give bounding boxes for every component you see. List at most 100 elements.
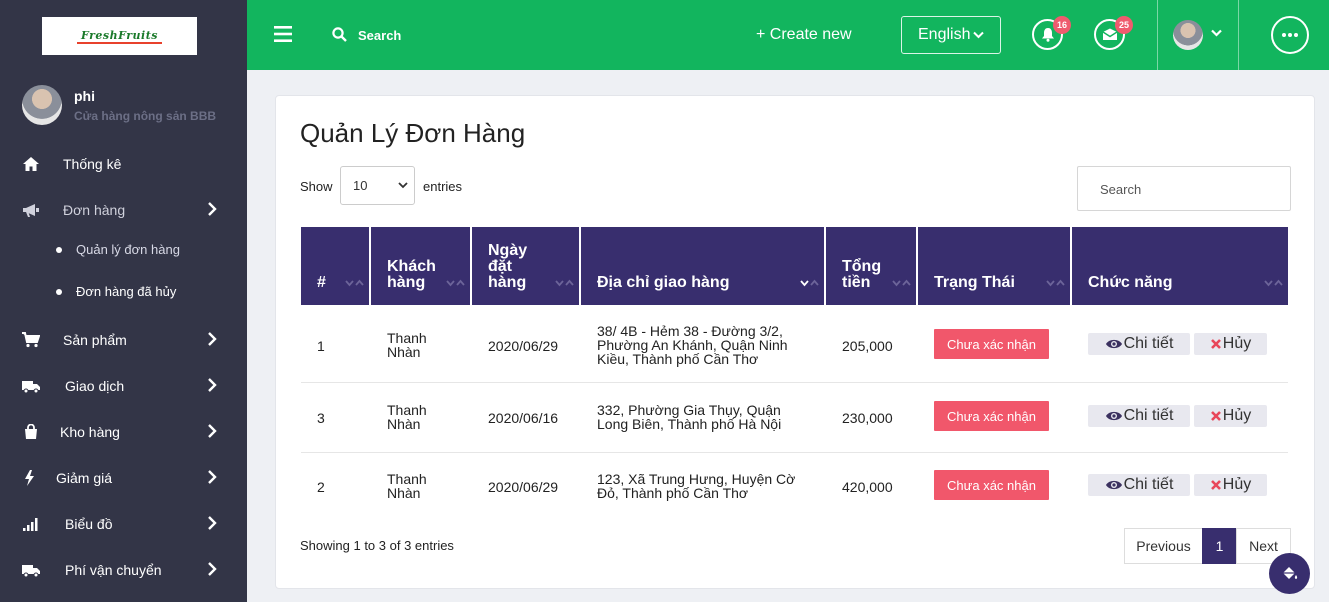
bolt-icon bbox=[25, 470, 34, 486]
sort-icon bbox=[345, 279, 364, 287]
cancel-label: Hủy bbox=[1222, 476, 1252, 493]
cell-id: 2 bbox=[317, 479, 325, 495]
detail-button[interactable]: Chi tiết bbox=[1088, 474, 1190, 496]
user-profile[interactable]: phi Cửa hàng nông sản BBB bbox=[22, 85, 216, 125]
cell-date: 2020/06/16 bbox=[488, 410, 559, 426]
cancel-button[interactable]: Hủy bbox=[1194, 405, 1267, 427]
sidebar-item-san-pham[interactable]: Sản phẩm bbox=[0, 325, 247, 355]
sidebar-item-thong-ke[interactable]: Thống kê bbox=[0, 149, 247, 179]
language-select[interactable]: English bbox=[901, 16, 1001, 54]
menu-icon[interactable] bbox=[274, 26, 292, 42]
cell-id: 3 bbox=[317, 410, 325, 426]
sidebar-item-giao-dich[interactable]: Giao dịch bbox=[0, 371, 247, 401]
cell-customer: Thanh Nhàn bbox=[387, 330, 427, 360]
signal-icon bbox=[23, 518, 38, 531]
bell-icon bbox=[1041, 28, 1054, 42]
logo-text: FreshFruits bbox=[77, 29, 162, 44]
chevron-right-icon bbox=[208, 378, 217, 392]
search-icon[interactable] bbox=[332, 27, 347, 42]
column-header-total[interactable]: Tổng tiền bbox=[826, 227, 916, 305]
close-icon bbox=[1210, 339, 1221, 349]
column-header-status[interactable]: Trạng Thái bbox=[918, 227, 1070, 305]
sidebar-item-don-hang[interactable]: Đơn hàng bbox=[0, 195, 247, 225]
page-length-select[interactable]: 10 bbox=[340, 166, 415, 205]
notifications-button[interactable]: 16 bbox=[1032, 16, 1071, 50]
more-options-button[interactable] bbox=[1271, 16, 1309, 54]
detail-button[interactable]: Chi tiết bbox=[1088, 405, 1190, 427]
chevron-right-icon bbox=[208, 516, 217, 530]
sidebar-item-label: Biểu đồ bbox=[65, 516, 113, 532]
divider bbox=[1238, 0, 1239, 70]
home-icon bbox=[23, 157, 39, 171]
page-title: Quản Lý Đơn Hàng bbox=[300, 118, 526, 148]
pagination-page[interactable]: 1 bbox=[1202, 528, 1237, 564]
sidebar-item-bieu-do[interactable]: Biểu đồ bbox=[0, 509, 247, 539]
sidebar-item-giam-gia[interactable]: Giảm giá bbox=[0, 463, 247, 493]
theme-settings-button[interactable] bbox=[1269, 553, 1310, 594]
avatar[interactable] bbox=[1173, 20, 1203, 50]
sidebar-subitem-label: Quản lý đơn hàng bbox=[76, 242, 180, 257]
sidebar: FreshFruits phi Cửa hàng nông sản BBB Th… bbox=[0, 0, 247, 602]
column-header-order-date[interactable]: Ngày đặt hàng bbox=[472, 227, 579, 305]
eye-icon bbox=[1105, 411, 1122, 421]
detail-label: Chi tiết bbox=[1123, 335, 1174, 352]
column-header-address[interactable]: Địa chỉ giao hàng bbox=[581, 227, 824, 305]
cell-total: 420,000 bbox=[842, 479, 893, 495]
cell-date: 2020/06/29 bbox=[488, 479, 559, 495]
entries-label: entries bbox=[423, 179, 463, 194]
messages-badge: 25 bbox=[1115, 16, 1133, 34]
chevron-down-icon[interactable] bbox=[1211, 29, 1222, 37]
sort-icon bbox=[800, 279, 819, 287]
truck-icon bbox=[22, 565, 40, 578]
table-search-input[interactable]: Search bbox=[1077, 166, 1291, 211]
column-header-customer[interactable]: Khách hàng bbox=[371, 227, 470, 305]
notifications-badge: 16 bbox=[1053, 16, 1071, 34]
sidebar-subitem-don-hang-da-huy[interactable]: Đơn hàng đã hủy bbox=[56, 284, 176, 299]
eye-icon bbox=[1105, 339, 1122, 349]
status-badge: Chưa xác nhận bbox=[934, 401, 1049, 431]
chevron-right-icon bbox=[208, 202, 217, 216]
column-header-label: Trạng Thái bbox=[934, 274, 1015, 291]
close-icon bbox=[1210, 480, 1221, 490]
cancel-label: Hủy bbox=[1222, 335, 1252, 352]
cancel-button[interactable]: Hủy bbox=[1194, 474, 1267, 496]
cart-icon bbox=[22, 332, 40, 348]
chevron-right-icon bbox=[208, 562, 217, 576]
sidebar-subitem-quan-ly-don-hang[interactable]: Quản lý đơn hàng bbox=[56, 242, 180, 257]
create-new-button[interactable]: + Create new bbox=[756, 26, 852, 44]
column-header-label: Địa chỉ giao hàng bbox=[597, 274, 730, 291]
sidebar-item-phi-van-chuyen[interactable]: Phí vận chuyển bbox=[0, 555, 247, 585]
column-header-id[interactable]: # bbox=[301, 227, 369, 305]
user-store: Cửa hàng nông sản BBB bbox=[74, 108, 217, 123]
sidebar-item-kho-hang[interactable]: Kho hàng bbox=[0, 417, 247, 447]
detail-button[interactable]: Chi tiết bbox=[1088, 333, 1190, 355]
row-divider bbox=[301, 382, 1288, 383]
cancel-label: Hủy bbox=[1222, 407, 1252, 424]
column-header-label: Khách hàng bbox=[387, 258, 436, 291]
orders-card: Quản Lý Đơn Hàng Show 10 entries Search … bbox=[275, 95, 1315, 589]
topbar: Search + Create new English 16 25 bbox=[247, 0, 1329, 70]
avatar bbox=[22, 85, 62, 125]
sidebar-item-label: Giảm giá bbox=[56, 470, 113, 486]
cancel-button[interactable]: Hủy bbox=[1194, 333, 1267, 355]
cell-customer: Thanh Nhàn bbox=[387, 402, 427, 432]
column-header-actions[interactable]: Chức năng bbox=[1072, 227, 1288, 305]
chevron-right-icon bbox=[208, 470, 217, 484]
cell-address: 123, Xã Trung Hưng, Huyện Cờ Đỏ, Thành p… bbox=[597, 471, 796, 501]
cell-address: 38/ 4B - Hẻm 38 - Đường 3/2, Phường An K… bbox=[597, 323, 788, 367]
chevron-down-icon bbox=[973, 31, 985, 39]
sidebar-subitem-label: Đơn hàng đã hủy bbox=[76, 284, 177, 299]
messages-button[interactable]: 25 bbox=[1094, 16, 1133, 50]
chevron-right-icon bbox=[208, 332, 217, 346]
table-info: Showing 1 to 3 of 3 entries bbox=[300, 538, 454, 553]
eye-icon bbox=[1105, 480, 1122, 490]
bullet-icon bbox=[56, 246, 62, 253]
top-search-input[interactable]: Search bbox=[358, 28, 401, 43]
cell-date: 2020/06/29 bbox=[488, 338, 559, 354]
pagination-previous[interactable]: Previous bbox=[1124, 528, 1203, 564]
sidebar-item-label: Phí vận chuyển bbox=[65, 562, 162, 578]
sort-icon bbox=[892, 279, 911, 287]
column-header-label: Tổng tiền bbox=[842, 258, 882, 291]
sidebar-item-label: Thống kê bbox=[63, 156, 122, 172]
logo[interactable]: FreshFruits bbox=[42, 17, 197, 55]
